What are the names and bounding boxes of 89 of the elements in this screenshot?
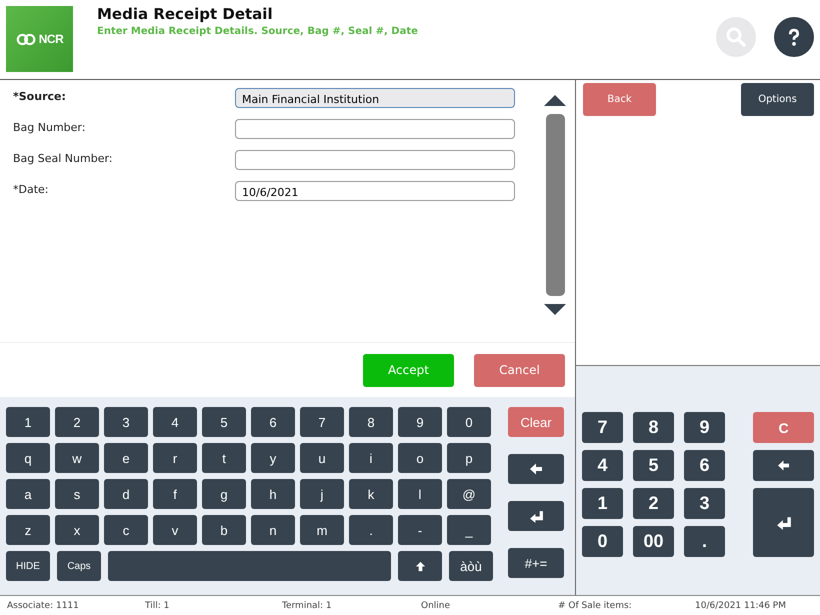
- page-subtitle: Enter Media Receipt Details. Source, Bag #, Seal #, Date: [97, 26, 419, 37]
- input-field[interactable]: [235, 150, 515, 170]
- numpad-key[interactable]: 7: [582, 412, 623, 443]
- till-text: Till: 1: [145, 600, 170, 610]
- keyboard-key[interactable]: k: [349, 479, 393, 509]
- keyboard-key[interactable]: x: [55, 515, 99, 545]
- input-field[interactable]: Main Financial Institution: [235, 88, 515, 108]
- keyboard-key[interactable]: s: [55, 479, 99, 509]
- keyboard-key[interactable]: q: [6, 443, 50, 473]
- page-title: Media Receipt Detail: [97, 5, 274, 23]
- return-arrow-icon: [776, 516, 792, 530]
- keyboard-key[interactable]: 9: [398, 407, 442, 437]
- keyboard-key[interactable]: r: [153, 443, 197, 473]
- numpad-key[interactable]: 00: [633, 526, 674, 557]
- keyboard-key[interactable]: a: [6, 479, 50, 509]
- left-arrow-icon: [777, 460, 790, 471]
- numpad-key[interactable]: 9: [684, 412, 725, 443]
- symbols-key[interactable]: #+=: [508, 548, 564, 578]
- scroll-down-icon[interactable]: [544, 304, 566, 316]
- numpad-key[interactable]: 3: [684, 488, 725, 519]
- field-label: Bag Seal Number:: [13, 151, 114, 165]
- numpad-key[interactable]: 8: [633, 412, 674, 443]
- keyboard-key[interactable]: -: [398, 515, 442, 545]
- keyboard-key[interactable]: h: [251, 479, 295, 509]
- numpad-key[interactable]: 0: [582, 526, 623, 557]
- input-field[interactable]: 10/6/2021: [235, 181, 515, 201]
- keyboard-key[interactable]: f: [153, 479, 197, 509]
- field-label: *Date:: [13, 182, 50, 196]
- enter-key[interactable]: [753, 488, 814, 557]
- keyboard-key[interactable]: d: [104, 479, 148, 509]
- numpad-key[interactable]: .: [684, 526, 725, 557]
- keyboard-key[interactable]: j: [300, 479, 344, 509]
- keyboard-key[interactable]: 6: [251, 407, 295, 437]
- keyboard-key[interactable]: t: [202, 443, 246, 473]
- keyboard-key[interactable]: g: [202, 479, 246, 509]
- associate-text: Associate: 1111: [7, 600, 80, 610]
- scrollbar-thumb[interactable]: [546, 114, 564, 296]
- keyboard-key[interactable]: 0: [447, 407, 491, 437]
- keyboard-key[interactable]: HIDE: [6, 551, 50, 581]
- keyboard-key[interactable]: @: [447, 479, 491, 509]
- numpad-key[interactable]: 4: [582, 450, 623, 481]
- keyboard-key[interactable]: 4: [153, 407, 197, 437]
- help-button[interactable]: [774, 17, 814, 57]
- sale-items-label: # Of Sale items:: [558, 600, 633, 610]
- keyboard-key[interactable]: 5: [202, 407, 246, 437]
- keyboard-key[interactable]: i: [349, 443, 393, 473]
- backspace-key[interactable]: [753, 450, 814, 481]
- keyboard-key[interactable]: v: [153, 515, 197, 545]
- keyboard-key[interactable]: 8: [349, 407, 393, 437]
- input-field[interactable]: [235, 119, 515, 139]
- shift-key[interactable]: [398, 551, 442, 581]
- keyboard-key[interactable]: l: [398, 479, 442, 509]
- keyboard-key[interactable]: .: [349, 515, 393, 545]
- keyboard-key[interactable]: _: [447, 515, 491, 545]
- logo-text: NCR: [38, 32, 64, 46]
- numpad-key[interactable]: 5: [633, 450, 674, 481]
- keyboard-key[interactable]: o: [398, 443, 442, 473]
- enter-key[interactable]: [508, 501, 564, 531]
- keyboard-key[interactable]: w: [55, 443, 99, 473]
- backspace-key[interactable]: [508, 454, 564, 484]
- keyboard-key[interactable]: Caps: [57, 551, 101, 581]
- keyboard-key[interactable]: b: [202, 515, 246, 545]
- return-arrow-icon: [528, 510, 544, 522]
- numpad-key[interactable]: 1: [582, 488, 623, 519]
- keyboard-key[interactable]: 3: [104, 407, 148, 437]
- options-button[interactable]: Options: [741, 83, 814, 116]
- keyboard-key[interactable]: u: [300, 443, 344, 473]
- keyboard-key[interactable]: z: [6, 515, 50, 545]
- scroll-up-icon[interactable]: [544, 94, 566, 106]
- keyboard-key[interactable]: n: [251, 515, 295, 545]
- keyboard-key[interactable]: y: [251, 443, 295, 473]
- up-arrow-icon: [414, 560, 426, 572]
- keyboard-key[interactable]: c: [104, 515, 148, 545]
- keyboard-key[interactable]: p: [447, 443, 491, 473]
- terminal-text: Terminal: 1: [282, 600, 333, 610]
- keyboard-key[interactable]: 2: [55, 407, 99, 437]
- connection-status: Online: [421, 600, 452, 610]
- rings-icon: [16, 32, 38, 46]
- keyboard-key[interactable]: 7: [300, 407, 344, 437]
- keyboard-key[interactable]: e: [104, 443, 148, 473]
- keyboard-key[interactable]: m: [300, 515, 344, 545]
- numpad-key[interactable]: 2: [633, 488, 674, 519]
- date-time: 10/6/2021 11:46 PM: [695, 600, 786, 610]
- keyboard-key[interactable]: àòù: [449, 551, 493, 581]
- keyboard-key[interactable]: 1: [6, 407, 50, 437]
- numpad-key[interactable]: 6: [684, 450, 725, 481]
- field-label: Bag Number:: [13, 120, 86, 134]
- field-label: *Source:: [13, 89, 67, 103]
- left-arrow-icon: [529, 463, 543, 475]
